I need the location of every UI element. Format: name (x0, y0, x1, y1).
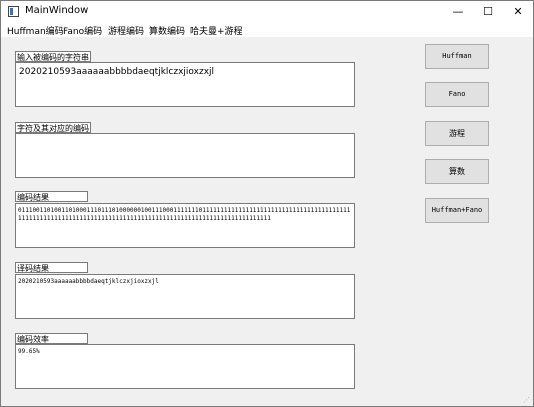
huffman-button[interactable]: Huffman (425, 44, 489, 69)
menu-bar: Huffman编码 Fano编码 游程编码 算数编码 哈夫曼+游程 (1, 23, 533, 37)
decode-result-textarea[interactable]: 2020210593aaaaaabbbbdaeqtjklczxjioxzxjl (15, 274, 355, 319)
input-textarea[interactable]: 2020210593aaaaaabbbbdaeqtjklczxjioxzxjl (15, 62, 355, 107)
encode-result-textarea[interactable]: 0111001101001101000111011101000000100111… (15, 203, 355, 248)
codes-label: 字符及其对应的编码 (15, 122, 91, 133)
close-button[interactable]: ✕ (503, 1, 533, 23)
menu-fano[interactable]: Fano编码 (63, 24, 102, 37)
title-bar: MainWindow — ☐ ✕ (1, 1, 533, 23)
codes-textarea[interactable] (15, 133, 355, 178)
menu-huffman-runlength[interactable]: 哈夫曼+游程 (190, 24, 243, 37)
minimize-button[interactable]: — (443, 1, 473, 23)
fano-button[interactable]: Fano (425, 82, 489, 107)
window-title: MainWindow (25, 5, 89, 16)
arithmetic-button[interactable]: 算数 (425, 159, 489, 184)
decode-result-label: 译码结果 (15, 262, 88, 273)
efficiency-label: 编码效率 (15, 333, 88, 344)
menu-arithmetic[interactable]: 算数编码 (149, 24, 185, 37)
encode-result-label: 编码结果 (15, 191, 88, 202)
huffman-fano-button[interactable]: Huffman+Fano (425, 198, 489, 223)
input-label: 输入被编码的字符串 (15, 51, 91, 62)
menu-runlength[interactable]: 游程编码 (108, 24, 144, 37)
resize-grip-icon[interactable]: ⋰ (523, 396, 531, 404)
maximize-button[interactable]: ☐ (473, 1, 503, 23)
efficiency-textarea[interactable]: 99.65% (15, 344, 355, 389)
main-window: MainWindow — ☐ ✕ Huffman编码 Fano编码 游程编码 算… (0, 0, 534, 407)
runlength-button[interactable]: 游程 (425, 121, 489, 146)
menu-huffman[interactable]: Huffman编码 (7, 24, 64, 37)
app-icon (8, 6, 19, 17)
